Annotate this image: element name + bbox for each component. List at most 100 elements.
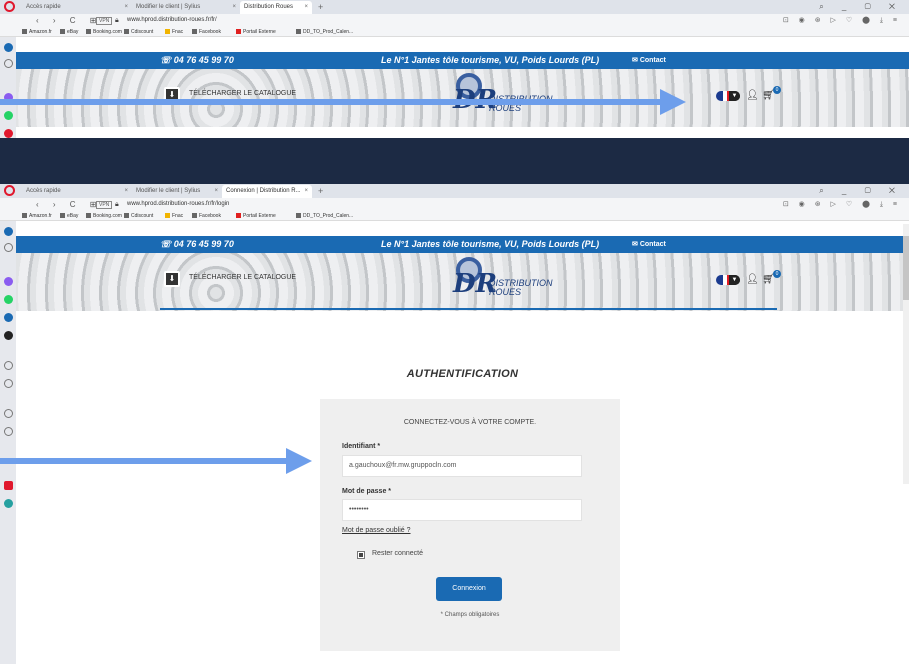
cart-count-badge: 0 xyxy=(773,270,781,278)
window-controls[interactable]: ⌕ _ ▢ ✕ xyxy=(819,184,903,198)
tab-modify-client[interactable]: Modifier le client | Sylius × xyxy=(132,185,222,198)
bookmark-item[interactable]: Facebook xyxy=(192,27,221,37)
opera-icon[interactable] xyxy=(4,129,13,138)
bookmark-item[interactable]: Portail Externe xyxy=(236,27,276,37)
tab-modify-client[interactable]: Modifier le client | Sylius × xyxy=(132,1,240,14)
workspace-icon[interactable] xyxy=(4,43,13,52)
folder-icon xyxy=(296,29,301,34)
opera-logo-icon[interactable] xyxy=(4,185,15,196)
chevron-down-icon[interactable]: ▼ xyxy=(729,275,740,285)
identifiant-field[interactable]: a.gauchoux@fr.mw.gruppocln.com xyxy=(342,455,582,477)
bookmark-item[interactable]: eBay xyxy=(60,27,78,37)
extension-icon[interactable] xyxy=(4,499,13,508)
portal-icon xyxy=(236,213,241,218)
fnac-icon xyxy=(165,29,170,34)
folder-icon xyxy=(192,213,197,218)
home-icon[interactable] xyxy=(4,59,13,68)
bookmarks-bar: Amazon.fr eBay Booking.com Cdiscount Fna… xyxy=(0,211,909,221)
lock-icon: 🔒︎ xyxy=(115,201,119,208)
nav-buttons[interactable]: ‹ › C ⊞ xyxy=(36,198,102,211)
scrollbar-thumb[interactable] xyxy=(903,236,909,300)
bookmark-item[interactable]: Cdiscount xyxy=(124,211,153,221)
window-controls[interactable]: ⌕ _ ▢ ✕ xyxy=(819,0,903,14)
url-field[interactable]: www.hprod.distribution-roues.fr/fr/login xyxy=(127,198,229,211)
bookmark-item[interactable]: Booking.com xyxy=(86,27,122,37)
scrollbar[interactable] xyxy=(903,224,909,484)
annotation-arrow-head-icon xyxy=(286,448,312,474)
site-header: ⬇ TÉLÉCHARGER LE CATALOGUE DR DISTRIBUTI… xyxy=(16,253,909,311)
identifiant-label: Identifiant * xyxy=(342,443,381,450)
filter-icon[interactable] xyxy=(4,481,13,490)
login-button[interactable]: Connexion xyxy=(436,577,502,601)
snapshot-icon[interactable] xyxy=(4,361,13,370)
forgot-password-link[interactable]: Mot de passe oublié ? xyxy=(342,527,411,534)
bookmark-item[interactable]: Amazon.fr xyxy=(22,211,52,221)
opera-logo-icon[interactable] xyxy=(4,1,15,12)
bookmark-item[interactable]: DD_TO_Prod_Calen... xyxy=(296,211,353,221)
bookmark-item[interactable]: Fnac xyxy=(165,27,183,37)
bookmark-item[interactable]: Cdiscount xyxy=(124,27,153,37)
address-bar: ‹ › C ⊞ VPN 🔒︎ www.hprod.distribution-ro… xyxy=(0,198,909,211)
telegram-icon[interactable] xyxy=(4,313,13,322)
new-tab-button[interactable]: + xyxy=(318,185,323,197)
bookmarks-bar: Amazon.fr eBay Booking.com Cdiscount Fna… xyxy=(0,27,909,37)
history-icon[interactable] xyxy=(4,427,13,436)
fnac-icon xyxy=(165,213,170,218)
workspace-icon[interactable] xyxy=(4,227,13,236)
user-icon[interactable]: 👤︎ xyxy=(746,273,759,287)
send-icon[interactable] xyxy=(4,379,13,388)
tab-connexion[interactable]: Connexion | Distribution R... × xyxy=(222,185,312,198)
screenshot-login: Accès rapide × Modifier le client | Syliu… xyxy=(0,184,909,664)
bookmark-item[interactable]: DD_TO_Prod_Calen... xyxy=(296,27,353,37)
bookmark-item[interactable]: Portail Externe xyxy=(236,211,276,221)
heart-icon[interactable] xyxy=(4,409,13,418)
whatsapp-icon[interactable] xyxy=(4,111,13,120)
site-logo[interactable]: DR DISTRIBUTION ROUES xyxy=(453,255,573,307)
close-tab-icon[interactable]: × xyxy=(124,185,128,198)
toolbar-icons[interactable]: ⊡ ◉ ⊛ ▷ ♡ ⬤ ⤓ ≡ xyxy=(783,14,901,27)
tagline: Le N°1 Jantes tôle tourisme, VU, Poids L… xyxy=(381,239,600,249)
contact-link[interactable]: ✉ Contact xyxy=(632,52,666,69)
url-field[interactable]: www.hprod.distribution-roues.fr/fr/ xyxy=(127,14,217,27)
download-icon[interactable]: ⬇ xyxy=(164,271,180,287)
vpn-badge[interactable]: VPN xyxy=(96,201,113,209)
tab-distribution-roues[interactable]: Distribution Roues × xyxy=(240,1,312,14)
close-tab-icon[interactable]: × xyxy=(304,185,308,198)
folder-icon xyxy=(124,213,129,218)
folder-icon xyxy=(192,29,197,34)
home-icon[interactable] xyxy=(4,243,13,252)
close-tab-icon[interactable]: × xyxy=(304,1,308,14)
folder-icon xyxy=(86,213,91,218)
annotation-arrow-shaft xyxy=(0,99,662,105)
user-icon[interactable]: 👤︎ xyxy=(746,89,759,103)
download-catalogue-link[interactable]: TÉLÉCHARGER LE CATALOGUE xyxy=(189,89,296,99)
vpn-badge[interactable]: VPN xyxy=(96,17,113,25)
bookmark-item[interactable]: Fnac xyxy=(165,211,183,221)
close-tab-icon[interactable]: × xyxy=(124,1,128,14)
new-tab-button[interactable]: + xyxy=(318,1,323,13)
tab-quick-access[interactable]: Accès rapide × xyxy=(22,1,132,14)
tab-bar: Accès rapide × Modifier le client | Syliu… xyxy=(0,0,909,14)
browser-sidebar xyxy=(0,221,16,664)
bookmark-item[interactable]: eBay xyxy=(60,211,78,221)
player-icon[interactable] xyxy=(4,331,13,340)
tagline: Le N°1 Jantes tôle tourisme, VU, Poids L… xyxy=(381,55,600,65)
remember-me-checkbox[interactable] xyxy=(357,551,365,559)
bookmark-item[interactable]: Amazon.fr xyxy=(22,27,52,37)
whatsapp-icon[interactable] xyxy=(4,295,13,304)
chevron-down-icon[interactable]: ▼ xyxy=(729,91,740,101)
download-catalogue-link[interactable]: TÉLÉCHARGER LE CATALOGUE xyxy=(189,273,296,283)
phone-number[interactable]: ☏ 04 76 45 99 70 xyxy=(160,236,234,253)
close-tab-icon[interactable]: × xyxy=(214,185,218,198)
contact-link[interactable]: ✉ Contact xyxy=(632,236,666,253)
close-tab-icon[interactable]: × xyxy=(232,1,236,14)
tab-quick-access[interactable]: Accès rapide × xyxy=(22,185,132,198)
messenger-icon[interactable] xyxy=(4,277,13,286)
toolbar-icons[interactable]: ⊡ ◉ ⊛ ▷ ♡ ⬤ ⤓ ≡ xyxy=(783,198,901,211)
password-field[interactable]: •••••••• xyxy=(342,499,582,521)
bookmark-item[interactable]: Facebook xyxy=(192,211,221,221)
bookmark-item[interactable]: Booking.com xyxy=(86,211,122,221)
site-logo[interactable]: DR DISTRIBUTION ROUES xyxy=(453,71,573,123)
phone-number[interactable]: ☏ 04 76 45 99 70 xyxy=(160,52,234,69)
nav-buttons[interactable]: ‹ › C ⊞ xyxy=(36,14,102,27)
